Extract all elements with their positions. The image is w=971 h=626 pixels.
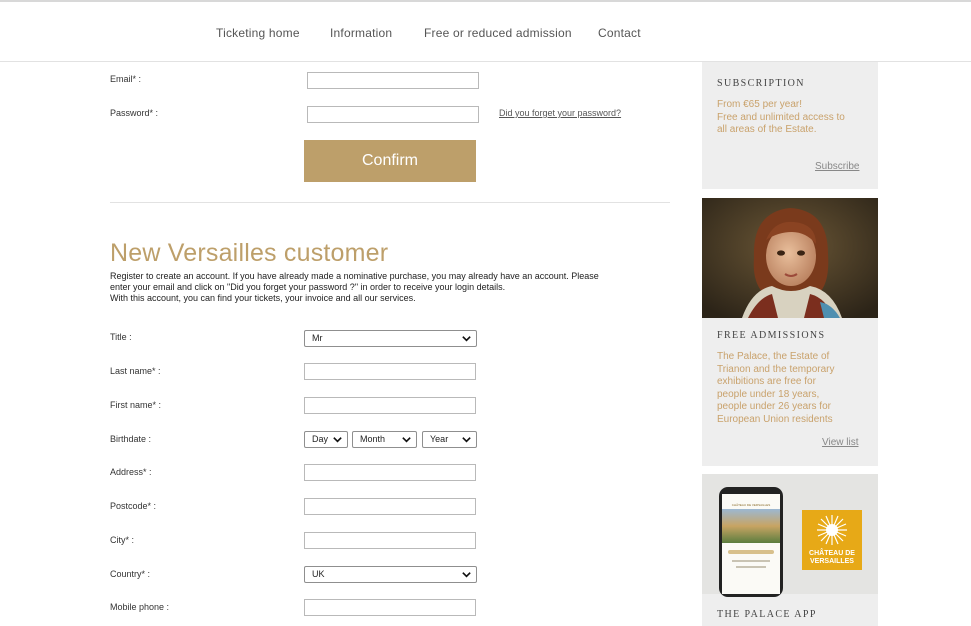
country-select-value: UK [312, 569, 325, 579]
free-admissions-line: people under 18 years, [717, 388, 820, 400]
country-label: Country* : [110, 569, 151, 579]
app-promo-image[interactable]: CHÂTEAU DE VERSAILLES CHÂTEAU DE VERSAIL… [702, 474, 878, 597]
nav-information[interactable]: Information [330, 26, 392, 40]
free-admissions-line: The Palace, the Estate of [717, 351, 830, 362]
subscription-line: all areas of the Estate. [717, 124, 817, 136]
intro-line: enter your email and click on "Did you f… [110, 282, 506, 292]
birth-day-select[interactable]: Day [304, 431, 348, 448]
register-intro: Register to create an account. If you ha… [110, 271, 670, 304]
child-portrait-image[interactable] [702, 198, 878, 318]
subscription-text: From €65 per year! Free and unlimited ac… [717, 99, 867, 137]
title-select[interactable]: Mr [304, 330, 477, 347]
chevron-down-icon [333, 437, 342, 443]
email-field[interactable] [307, 72, 479, 89]
nav-free-or-reduced-admission[interactable]: Free or reduced admission [424, 26, 572, 40]
confirm-button[interactable]: Confirm [304, 140, 476, 182]
nav-ticketing-home[interactable]: Ticketing home [216, 26, 300, 40]
phone-banner [728, 550, 774, 554]
logo-line: CHÂTEAU DE [809, 550, 855, 557]
postcode-field[interactable] [304, 498, 476, 515]
country-select[interactable]: UK [304, 566, 477, 583]
chevron-down-icon [462, 437, 471, 443]
forgot-password-link[interactable]: Did you forget your password? [499, 108, 621, 118]
phone-header: CHÂTEAU DE VERSAILLES [731, 503, 771, 507]
password-label: Password* : [110, 108, 159, 118]
free-admissions-line: exhibitions are free for [717, 376, 816, 388]
birth-day-value: Day [312, 434, 329, 444]
free-admissions-text: The Palace, the Estate of Trianon and th… [717, 351, 867, 427]
birth-year-value: Year [430, 434, 449, 444]
free-admissions-title: FREE ADMISSIONS [717, 330, 826, 341]
free-admissions-line: people under 26 years for [717, 401, 831, 413]
new-customer-heading: New Versailles customer [110, 239, 389, 267]
free-admissions-panel: FREE ADMISSIONS The Palace, the Estate o… [702, 198, 878, 466]
birth-month-select[interactable]: Month [352, 431, 417, 448]
main-nav: Ticketing home Information Free or reduc… [0, 2, 971, 62]
sun-emblem-icon [817, 515, 847, 545]
title-label: Title : [110, 332, 132, 342]
free-admissions-line: European Union residents [717, 413, 833, 425]
phone-line [732, 560, 770, 562]
chevron-down-icon [462, 336, 471, 342]
city-label: City* : [110, 535, 135, 545]
address-field[interactable] [304, 464, 476, 481]
phone-mockup: CHÂTEAU DE VERSAILLES [719, 487, 783, 597]
city-field[interactable] [304, 532, 476, 549]
subscription-line: Free and unlimited access to [717, 111, 845, 123]
subscription-line: From €65 per year! [717, 99, 803, 110]
nav-contact[interactable]: Contact [598, 26, 641, 40]
last-name-label: Last name* : [110, 366, 161, 376]
birth-month-value: Month [360, 434, 386, 444]
last-name-field[interactable] [304, 363, 476, 380]
logo-line: VERSAILLES [810, 558, 854, 565]
intro-line: With this account, you can find your tic… [110, 293, 416, 303]
mobile-phone-label: Mobile phone : [110, 602, 170, 612]
first-name-field[interactable] [304, 397, 476, 414]
palace-app-title: THE PALACE APP [717, 609, 817, 620]
chevron-down-icon [402, 437, 411, 443]
intro-line: Register to create an account. If you ha… [110, 271, 599, 281]
phone-screen: CHÂTEAU DE VERSAILLES [722, 494, 780, 594]
address-label: Address* : [110, 467, 152, 477]
phone-line [736, 566, 766, 568]
free-admissions-line: Trianon and the temporary [717, 363, 835, 375]
palace-app-panel: CHÂTEAU DE VERSAILLES CHÂTEAU DE VERSAIL… [702, 474, 878, 626]
password-field[interactable] [307, 106, 479, 123]
email-label: Email* : [110, 74, 142, 84]
phone-palace-photo [722, 509, 780, 543]
mobile-phone-field[interactable] [304, 599, 476, 616]
chateau-de-versailles-logo: CHÂTEAU DE VERSAILLES [802, 510, 862, 570]
birth-year-select[interactable]: Year [422, 431, 477, 448]
logo-text: CHÂTEAU DE VERSAILLES [802, 550, 862, 566]
view-list-link[interactable]: View list [822, 437, 859, 448]
postcode-label: Postcode* : [110, 501, 157, 511]
title-select-value: Mr [312, 333, 323, 343]
birthdate-label: Birthdate : [110, 434, 152, 444]
subscription-title: SUBSCRIPTION [717, 78, 805, 89]
section-divider [110, 202, 670, 203]
subscribe-link[interactable]: Subscribe [815, 161, 859, 172]
subscription-panel: SUBSCRIPTION From €65 per year! Free and… [702, 62, 878, 189]
chevron-down-icon [462, 572, 471, 578]
first-name-label: First name* : [110, 400, 162, 410]
